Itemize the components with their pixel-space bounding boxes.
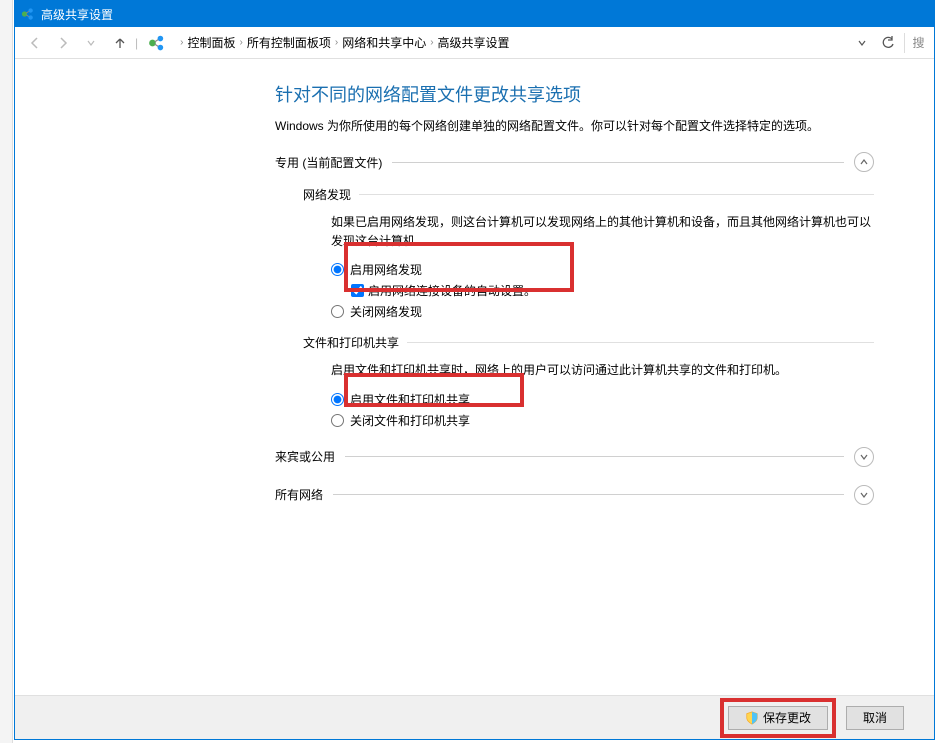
radio-file-printer-off[interactable]: 关闭文件和打印机共享	[331, 412, 874, 429]
chevron-right-icon: ›	[430, 37, 433, 48]
page-heading: 针对不同的网络配置文件更改共享选项	[275, 81, 874, 107]
checkbox-auto-setup[interactable]: 启用网络连接设备的自动设置。	[351, 282, 874, 299]
section-title: 专用 (当前配置文件)	[275, 154, 382, 171]
chevron-right-icon: ›	[239, 37, 242, 48]
up-button[interactable]	[111, 34, 129, 52]
section-guest: 来宾或公用	[275, 447, 874, 467]
subsection-title: 网络发现	[303, 186, 351, 203]
radio-input[interactable]	[331, 263, 344, 276]
forward-button[interactable]	[51, 31, 75, 55]
back-button[interactable]	[23, 31, 47, 55]
left-app-strip: .	[0, 0, 13, 743]
breadcrumb-item[interactable]: 控制面板	[187, 34, 235, 51]
network-discovery-options: 启用网络发现 启用网络连接设备的自动设置。 关闭网络发现	[331, 261, 874, 320]
content-area: 针对不同的网络配置文件更改共享选项 Windows 为你所使用的每个网络创建单独…	[15, 59, 934, 695]
subsection-desc: 启用文件和打印机共享时，网络上的用户可以访问通过此计算机共享的文件和打印机。	[331, 361, 874, 380]
location-icon	[148, 34, 166, 52]
chevron-right-icon: ›	[335, 37, 338, 48]
breadcrumb-item[interactable]: 高级共享设置	[438, 34, 510, 51]
window: 高级共享设置 | › 控制面板 › 所有控制面板项 › 网络和共享中心 › 高级…	[14, 0, 935, 740]
subsection-title: 文件和打印机共享	[303, 334, 399, 351]
radio-network-discovery-on[interactable]: 启用网络发现	[331, 261, 874, 278]
radio-label: 启用网络发现	[350, 261, 422, 278]
breadcrumb-item[interactable]: 网络和共享中心	[342, 34, 426, 51]
radio-input[interactable]	[331, 393, 344, 406]
collapse-button[interactable]	[854, 152, 874, 172]
annotation-highlight: 保存更改	[720, 698, 836, 738]
cancel-button-label: 取消	[863, 709, 887, 726]
recent-dropdown[interactable]	[79, 31, 103, 55]
divider	[407, 342, 874, 343]
file-printer-options: 启用文件和打印机共享 关闭文件和打印机共享	[331, 391, 874, 429]
search-box[interactable]: 搜	[904, 33, 926, 53]
section-all-networks: 所有网络	[275, 485, 874, 505]
breadcrumb[interactable]: › 控制面板 › 所有控制面板项 › 网络和共享中心 › 高级共享设置	[174, 32, 848, 54]
radio-label: 启用文件和打印机共享	[350, 391, 470, 408]
window-title: 高级共享设置	[41, 6, 113, 23]
expand-button[interactable]	[854, 447, 874, 467]
subsection-desc: 如果已启用网络发现，则这台计算机可以发现网络上的其他计算机和设备，而且其他网络计…	[331, 213, 874, 251]
checkbox-label: 启用网络连接设备的自动设置。	[368, 282, 536, 299]
page-subtext: Windows 为你所使用的每个网络创建单独的网络配置文件。你可以针对每个配置文…	[275, 117, 874, 134]
refresh-button[interactable]	[878, 33, 898, 53]
radio-input[interactable]	[331, 414, 344, 427]
divider	[345, 456, 844, 457]
navbar: | › 控制面板 › 所有控制面板项 › 网络和共享中心 › 高级共享设置 搜	[15, 27, 934, 59]
footer: 保存更改 取消	[15, 695, 934, 739]
radio-label: 关闭网络发现	[350, 303, 422, 320]
radio-file-printer-on[interactable]: 启用文件和打印机共享	[331, 391, 874, 408]
section-title: 所有网络	[275, 486, 323, 503]
save-button[interactable]: 保存更改	[728, 706, 828, 730]
cancel-button[interactable]: 取消	[846, 706, 904, 730]
expand-button[interactable]	[854, 485, 874, 505]
divider	[359, 194, 874, 195]
breadcrumb-item[interactable]: 所有控制面板项	[247, 34, 331, 51]
section-title: 来宾或公用	[275, 448, 335, 465]
save-button-label: 保存更改	[763, 709, 811, 726]
breadcrumb-dropdown[interactable]	[852, 33, 872, 53]
checkbox-input[interactable]	[351, 284, 364, 297]
subsection-network-discovery: 网络发现 如果已启用网络发现，则这台计算机可以发现网络上的其他计算机和设备，而且…	[303, 186, 874, 320]
nav-separator: |	[135, 36, 138, 50]
radio-label: 关闭文件和打印机共享	[350, 412, 470, 429]
network-icon	[21, 7, 35, 21]
divider	[392, 162, 844, 163]
navbar-right: 搜	[852, 33, 926, 53]
chevron-right-icon: ›	[180, 37, 183, 48]
divider	[333, 494, 844, 495]
subsection-file-printer: 文件和打印机共享 启用文件和打印机共享时，网络上的用户可以访问通过此计算机共享的…	[303, 334, 874, 428]
radio-input[interactable]	[331, 305, 344, 318]
shield-icon	[745, 711, 759, 725]
section-private: 专用 (当前配置文件) 网络发现 如果已启用网络发现，则这台计算机可以发现网络上…	[275, 152, 874, 429]
titlebar: 高级共享设置	[15, 1, 934, 27]
radio-network-discovery-off[interactable]: 关闭网络发现	[331, 303, 874, 320]
